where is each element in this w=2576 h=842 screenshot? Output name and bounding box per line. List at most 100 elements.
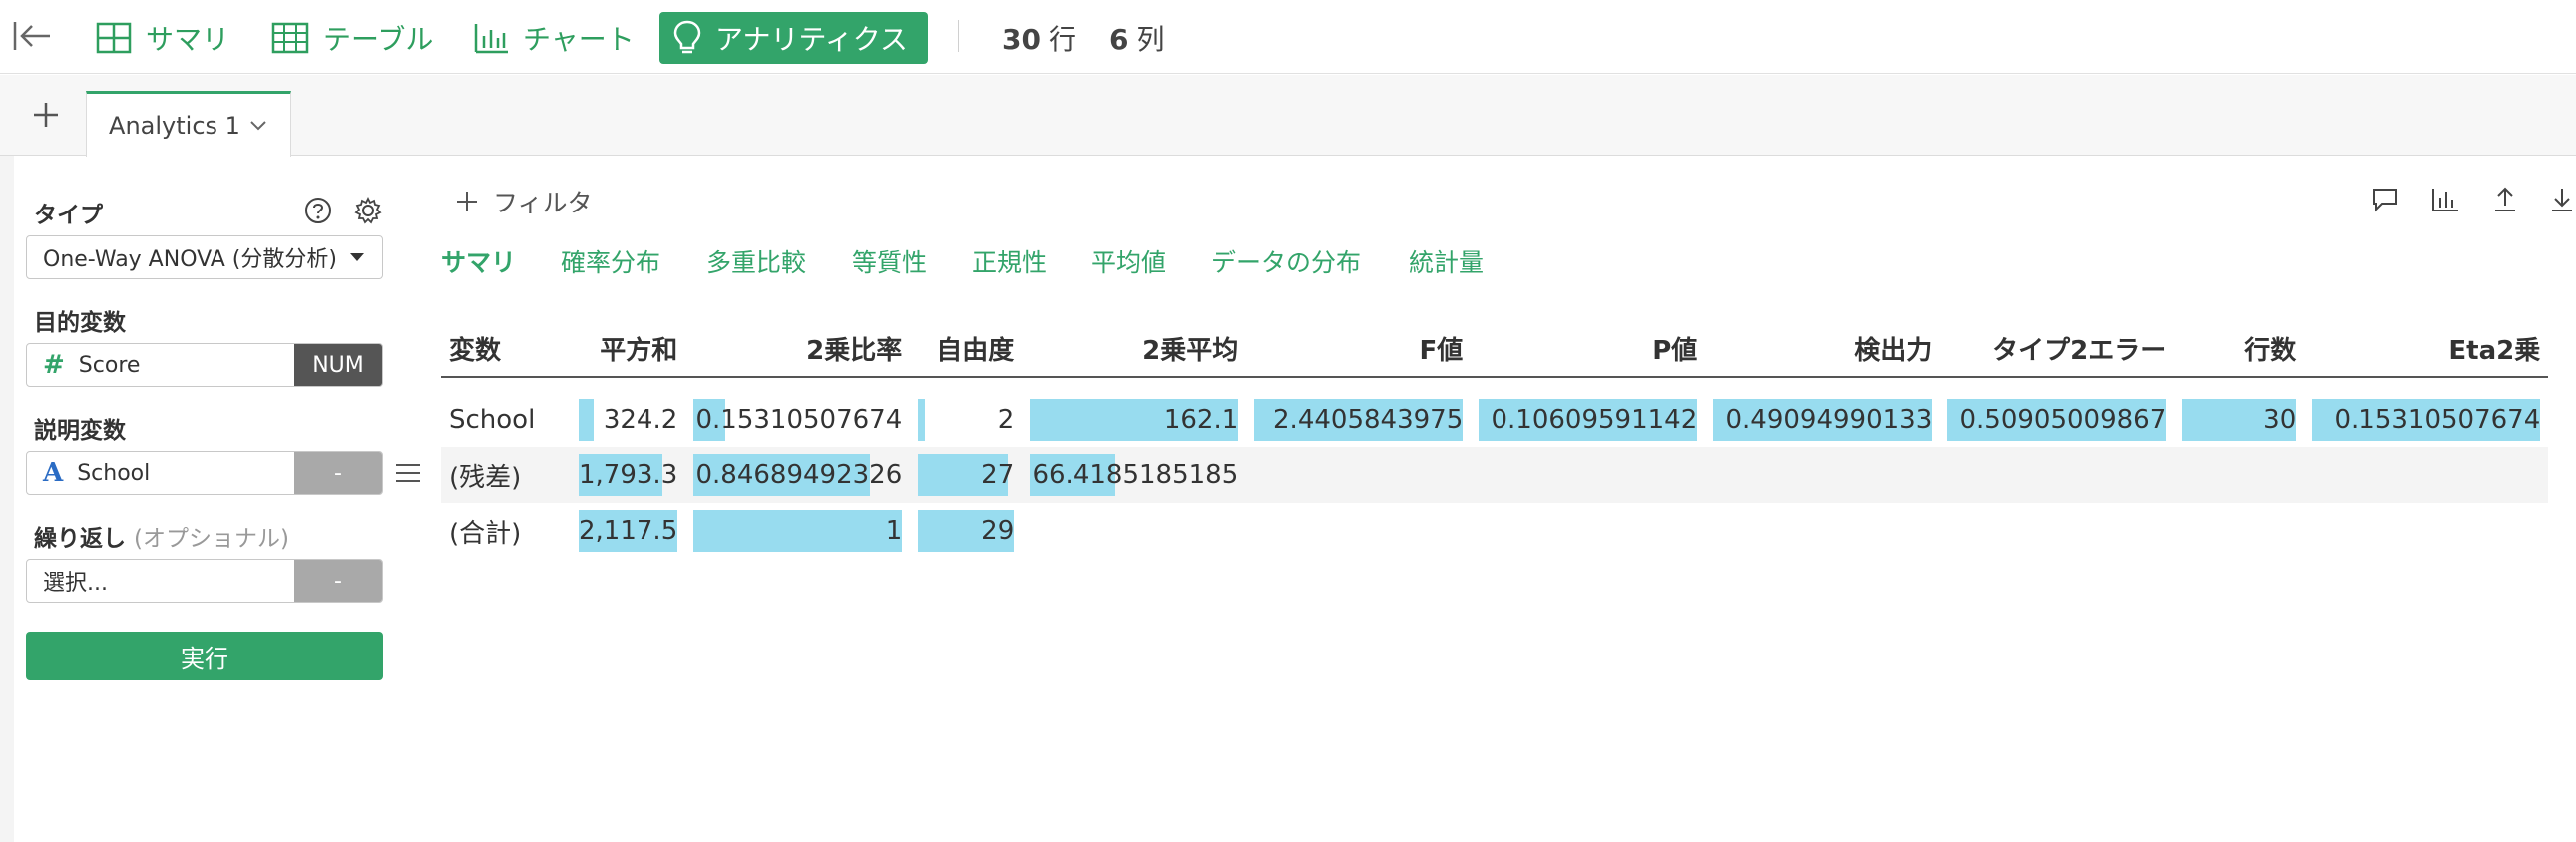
nav-summary-label: サマリ bbox=[146, 23, 230, 56]
column-header[interactable]: 2乗比率 bbox=[685, 321, 911, 378]
chart-view-icon[interactable] bbox=[2430, 186, 2460, 213]
repeat-type-tag[interactable]: - bbox=[294, 560, 382, 602]
cell-value: 2.4405843975 bbox=[1273, 404, 1464, 435]
value-cell: 66.4185185185 bbox=[1030, 454, 1238, 496]
bar-chart-icon bbox=[474, 24, 508, 54]
subtab-homogeneity[interactable]: 等質性 bbox=[852, 243, 927, 279]
table-cell: 2,117.5 bbox=[571, 503, 685, 559]
collapse-back-icon[interactable] bbox=[12, 18, 52, 54]
cell-value: 0.50905009867 bbox=[1959, 404, 2167, 435]
explanatory-variable-value: School bbox=[77, 460, 151, 486]
value-cell: 30 bbox=[2182, 398, 2297, 441]
toolbar-divider bbox=[958, 20, 959, 52]
table-cell: 30 bbox=[2174, 377, 2304, 447]
repeat-label-text: 繰り返し bbox=[34, 526, 126, 552]
run-button[interactable]: 実行 bbox=[26, 632, 383, 680]
value-cell bbox=[1254, 454, 1463, 496]
subtab-mean[interactable]: 平均値 bbox=[1091, 243, 1166, 279]
value-cell: 162.1 bbox=[1030, 398, 1239, 441]
table-cell: 2 bbox=[910, 377, 1022, 447]
table-cell: 0.10609591142 bbox=[1471, 377, 1705, 447]
column-header[interactable]: P値 bbox=[1471, 321, 1706, 378]
value-cell: 2,117.5 bbox=[579, 510, 678, 552]
column-header[interactable]: 平方和 bbox=[571, 321, 686, 378]
value-cell bbox=[1479, 454, 1697, 496]
nav-analytics-button[interactable]: アナリティクス bbox=[659, 12, 928, 64]
table-cell: 0.15310507674 bbox=[685, 377, 910, 447]
row-count-unit: 行 bbox=[1048, 23, 1076, 56]
column-header[interactable]: 検出力 bbox=[1705, 321, 1940, 378]
column-header[interactable]: 行数 bbox=[2174, 321, 2305, 378]
table-cell bbox=[2304, 447, 2548, 503]
tab-analytics-1[interactable]: Analytics 1 bbox=[86, 91, 291, 157]
table-cell bbox=[2304, 503, 2548, 559]
subtab-probability-distribution[interactable]: 確率分布 bbox=[561, 243, 660, 279]
table-cell bbox=[1246, 503, 1471, 559]
table-cell: 162.1 bbox=[1022, 377, 1246, 447]
subtab-multiple-comparison[interactable]: 多重比較 bbox=[706, 243, 806, 279]
nav-table-label: テーブル bbox=[323, 23, 434, 56]
table-cell bbox=[1939, 503, 2174, 559]
table-cell: 324.2 bbox=[571, 377, 685, 447]
value-cell: 0.10609591142 bbox=[1479, 398, 1698, 441]
row-variable-name: (残差) bbox=[449, 462, 522, 493]
nav-summary-button[interactable]: サマリ bbox=[82, 12, 243, 64]
value-cell bbox=[1030, 510, 1238, 552]
value-cell: 2 bbox=[918, 398, 1014, 441]
upload-icon[interactable] bbox=[2490, 186, 2520, 213]
subtab-statistics[interactable]: 統計量 bbox=[1409, 243, 1484, 279]
gear-icon[interactable] bbox=[353, 196, 383, 225]
anova-summary-table: 変数 平方和 2乗比率 自由度 2乗平均 F値 P値 検出力 タイプ2エラー 行… bbox=[441, 321, 2549, 559]
table-row: (残差) 1,793.3 0.84689492326 27 66.4185185185 bbox=[441, 447, 2549, 503]
target-variable-field[interactable]: # Score NUM bbox=[26, 343, 383, 387]
left-gutter bbox=[0, 156, 14, 842]
table-cell bbox=[1471, 447, 1705, 503]
nav-chart-button[interactable]: チャート bbox=[459, 12, 648, 64]
repeat-select[interactable]: 選択... - bbox=[26, 559, 383, 603]
download-icon[interactable] bbox=[2548, 186, 2576, 213]
column-count: 6 列 bbox=[1109, 18, 1165, 58]
numeric-hash-icon: # bbox=[43, 350, 65, 380]
repeat-optional-text: (オプショナル) bbox=[134, 526, 289, 552]
help-icon[interactable] bbox=[303, 196, 333, 225]
nav-table-button[interactable]: テーブル bbox=[257, 12, 447, 64]
subtab-summary[interactable]: サマリ bbox=[441, 243, 516, 279]
value-cell: 0.50905009867 bbox=[1947, 398, 2167, 441]
table-row: School 324.2 0.15310507674 2 162.1 2.44058439… bbox=[441, 377, 2548, 447]
column-header[interactable]: F値 bbox=[1246, 321, 1472, 378]
tab-label: Analytics 1 bbox=[109, 111, 240, 140]
cell-value: 162.1 bbox=[1163, 404, 1239, 435]
value-cell: 29 bbox=[918, 510, 1015, 552]
value-cell bbox=[1713, 454, 1932, 496]
cell-value: 0.15310507674 bbox=[695, 404, 903, 435]
cell-value: 1,793.3 bbox=[579, 460, 678, 490]
add-tab-icon[interactable] bbox=[28, 97, 64, 133]
column-header[interactable]: 変数 bbox=[441, 321, 571, 378]
value-cell bbox=[1947, 510, 2166, 552]
column-header[interactable]: 2乗平均 bbox=[1022, 321, 1247, 378]
cell-value: 0.84689492326 bbox=[695, 460, 903, 490]
plus-icon bbox=[457, 192, 477, 211]
table-cell bbox=[1705, 447, 1939, 503]
comment-icon[interactable] bbox=[2370, 186, 2400, 213]
filter-button[interactable]: フィルタ bbox=[455, 184, 593, 219]
column-header[interactable]: タイプ2エラー bbox=[1939, 321, 2175, 378]
column-header[interactable]: 自由度 bbox=[910, 321, 1023, 378]
target-variable-value: Score bbox=[78, 352, 141, 378]
explanatory-type-tag[interactable]: - bbox=[294, 452, 382, 494]
value-bar bbox=[579, 398, 595, 441]
analysis-type-select[interactable]: One-Way ANOVA (分散分析) bbox=[26, 235, 383, 279]
type-label: タイプ bbox=[34, 203, 103, 228]
chevron-down-icon[interactable] bbox=[248, 119, 268, 133]
table-cell: 1,793.3 bbox=[571, 447, 685, 503]
top-toolbar: サマリ テーブル チャート アナリティクス 30 行 6 列 bbox=[0, 0, 2576, 74]
explanatory-variable-field[interactable]: A School - bbox=[26, 451, 383, 495]
value-cell bbox=[2182, 454, 2296, 496]
column-header[interactable]: Eta2乗 bbox=[2304, 321, 2549, 378]
subtab-normality[interactable]: 正規性 bbox=[972, 243, 1047, 279]
drag-handle-icon[interactable] bbox=[395, 461, 421, 485]
table-cell: 0.84689492326 bbox=[685, 447, 910, 503]
subtab-data-distribution[interactable]: データの分布 bbox=[1211, 243, 1361, 279]
table-cell bbox=[1022, 503, 1246, 559]
cell-value: 1 bbox=[885, 516, 903, 546]
